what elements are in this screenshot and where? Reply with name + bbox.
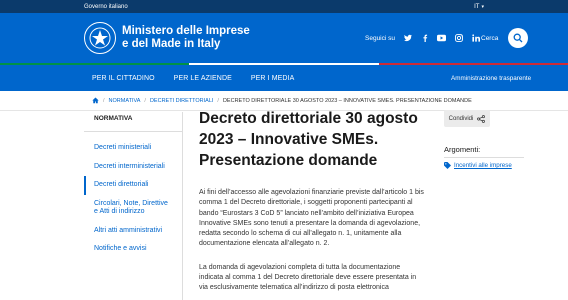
search-label[interactable]: Cerca [481,35,498,42]
linkedin-icon[interactable] [471,34,480,43]
social-links: Seguici su [365,13,480,63]
share-label: Condividi [448,115,474,122]
sidebar: NORMATIVA Decreti ministeriali Decreti i… [84,112,183,300]
site-title[interactable]: Ministero delle Imprese e del Made in It… [122,25,292,51]
instagram-icon[interactable] [454,34,463,43]
search-area: Cerca [481,13,529,63]
sidebar-item-decreti-direttoriali[interactable]: Decreti direttoriali [84,176,182,195]
breadcrumb-normativa[interactable]: NORMATIVA [109,98,141,104]
home-icon[interactable] [92,97,99,104]
article-paragraph-1: Ai fini dell’accesso alle agevolazioni f… [199,189,424,248]
arguments-label: Argomenti: [444,145,524,158]
star-emblem-icon [89,27,111,49]
nav-cittadino[interactable]: PER IL CITTADINO [92,75,155,82]
chevron-down-icon: ▾ [481,3,484,10]
breadcrumb-separator: / [217,97,219,104]
sidebar-item-notifiche[interactable]: Notifiche e avvisi [84,240,182,259]
tag-label: Incentivi alle imprese [454,162,512,169]
site-title-line1: Ministero delle Imprese [122,25,250,37]
search-button[interactable] [508,28,529,48]
tag-icon [444,162,451,169]
tag-incentivi[interactable]: Incentivi alle imprese [444,162,544,169]
breadcrumb-separator: / [103,97,105,104]
site-title-line2: e del Made in Italy [122,38,221,50]
breadcrumb-decreti-direttoriali[interactable]: DECRETI DIRETTORIALI [150,98,213,104]
page-title: Decreto direttoriale 30 agosto 2023 – In… [199,110,418,169]
share-button[interactable]: Condividi [444,110,490,127]
breadcrumb-current: DECRETO DIRETTORIALE 30 AGOSTO 2023 – IN… [222,97,472,104]
facebook-icon[interactable] [420,34,429,43]
follow-label: Seguici su [365,34,395,42]
article: Decreto direttoriale 30 agosto 2023 – In… [199,108,425,294]
sidebar-item-decreti-ministeriali[interactable]: Decreti ministeriali [84,139,182,158]
top-bar: Governo italiano IT ▾ [0,0,568,13]
sidebar-item-circolari[interactable]: Circolari, Note, Direttive e Atti di ind… [84,195,182,222]
nav-aziende[interactable]: PER LE AZIENDE [174,75,232,82]
sidebar-item-decreti-interministeriali[interactable]: Decreti interministeriali [84,158,182,177]
emblem-logo[interactable] [84,22,116,54]
twitter-icon[interactable] [403,34,412,43]
sidebar-item-altri-atti[interactable]: Altri atti amministrativi [84,222,182,241]
government-link[interactable]: Governo italiano [84,4,128,10]
site-header: Ministero delle Imprese e del Made in It… [0,13,568,63]
search-icon [513,33,523,43]
share-icon [477,114,486,123]
nav-amministrazione-trasparente[interactable]: Amministrazione trasparente [451,75,531,82]
breadcrumb-separator: / [144,97,146,104]
article-paragraph-2: La domanda di agevolazioni completa di t… [199,263,417,292]
nav-media[interactable]: PER I MEDIA [251,75,295,82]
article-aside: Condividi Argomenti: Incentivi alle impr… [444,110,544,169]
youtube-icon[interactable] [437,34,446,43]
sidebar-heading: NORMATIVA [84,112,182,132]
main-nav: PER IL CITTADINO PER LE AZIENDE PER I ME… [0,65,568,91]
language-label: IT [474,3,480,10]
language-selector[interactable]: IT ▾ [474,4,484,10]
